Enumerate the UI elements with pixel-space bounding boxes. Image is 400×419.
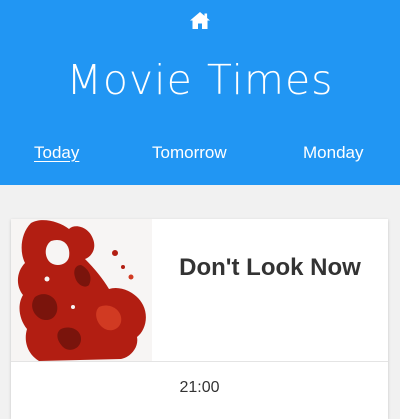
home-icon	[190, 11, 210, 29]
home-button[interactable]	[186, 8, 214, 32]
card-divider	[11, 361, 388, 362]
movie-title: Don't Look Now	[179, 254, 361, 281]
page-title: Movie Times	[66, 56, 334, 104]
showtime-button[interactable]: 21:00	[11, 379, 388, 397]
tab-tomorrow[interactable]: Tomorrow	[152, 143, 227, 163]
poster-artwork	[11, 219, 152, 361]
movie-card: Don't Look Now 21:00	[11, 219, 388, 419]
app-header: Movie Times Today Tomorrow Monday	[0, 0, 400, 185]
tab-monday[interactable]: Monday	[303, 143, 363, 163]
tab-today[interactable]: Today	[34, 143, 79, 163]
movie-poster	[11, 219, 152, 361]
